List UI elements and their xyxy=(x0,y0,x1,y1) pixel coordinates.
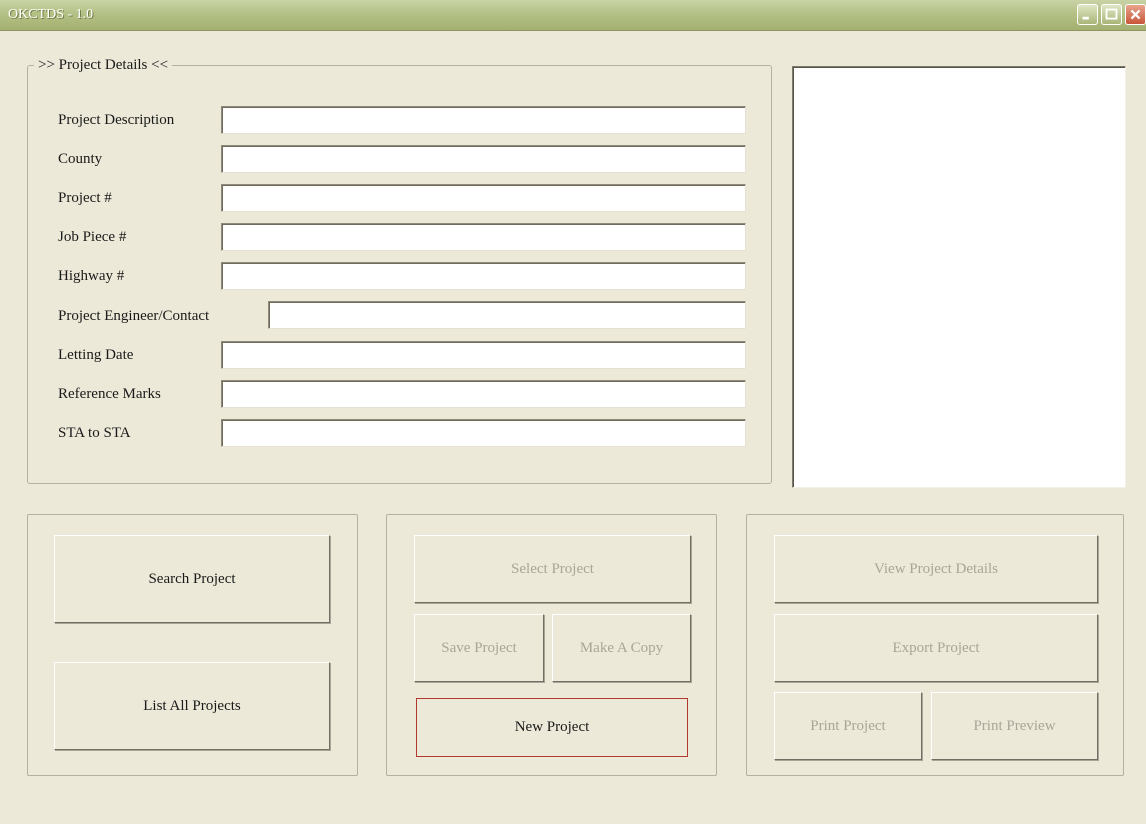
reference-marks-label: Reference Marks xyxy=(58,386,161,402)
minimize-button[interactable] xyxy=(1077,4,1098,25)
job-piece-input[interactable] xyxy=(221,223,746,251)
letting-date-input[interactable] xyxy=(221,341,746,369)
search-project-button[interactable]: Search Project xyxy=(54,535,330,623)
close-button[interactable] xyxy=(1125,4,1146,25)
project-engineer-label: Project Engineer/Contact xyxy=(58,308,210,324)
window-title: OKCTDS - 1.0 xyxy=(8,7,94,22)
title-bar: OKCTDS - 1.0 xyxy=(0,0,1146,31)
project-description-input[interactable] xyxy=(221,106,746,134)
minimize-icon xyxy=(1082,16,1089,20)
reference-marks-input[interactable] xyxy=(221,380,746,408)
project-number-label: Project # xyxy=(58,190,112,206)
highway-label: Highway # xyxy=(58,268,125,284)
list-all-projects-button[interactable]: List All Projects xyxy=(54,662,330,750)
sta-to-sta-input[interactable] xyxy=(221,419,746,447)
highway-input[interactable] xyxy=(221,262,746,290)
make-a-copy-button[interactable]: Make A Copy xyxy=(552,614,691,682)
county-input[interactable] xyxy=(221,145,746,173)
project-description-label: Project Description xyxy=(58,112,175,128)
print-preview-button[interactable]: Print Preview xyxy=(931,692,1098,760)
save-project-button[interactable]: Save Project xyxy=(414,614,544,682)
close-icon xyxy=(1130,9,1141,20)
letting-date-label: Letting Date xyxy=(58,347,134,363)
export-project-button[interactable]: Export Project xyxy=(774,614,1098,682)
sta-to-sta-label: STA to STA xyxy=(58,425,131,441)
project-details-legend: >> Project Details << xyxy=(38,57,169,73)
print-project-button[interactable]: Print Project xyxy=(774,692,922,760)
new-project-button[interactable]: New Project xyxy=(416,698,688,757)
project-list-box[interactable] xyxy=(792,66,1126,488)
select-project-button[interactable]: Select Project xyxy=(414,535,691,603)
job-piece-label: Job Piece # xyxy=(58,229,127,245)
project-number-input[interactable] xyxy=(221,184,746,212)
county-label: County xyxy=(58,151,103,167)
maximize-button[interactable] xyxy=(1101,4,1122,25)
project-engineer-input[interactable] xyxy=(268,301,746,329)
maximize-icon xyxy=(1105,8,1118,20)
view-project-details-button[interactable]: View Project Details xyxy=(774,535,1098,603)
